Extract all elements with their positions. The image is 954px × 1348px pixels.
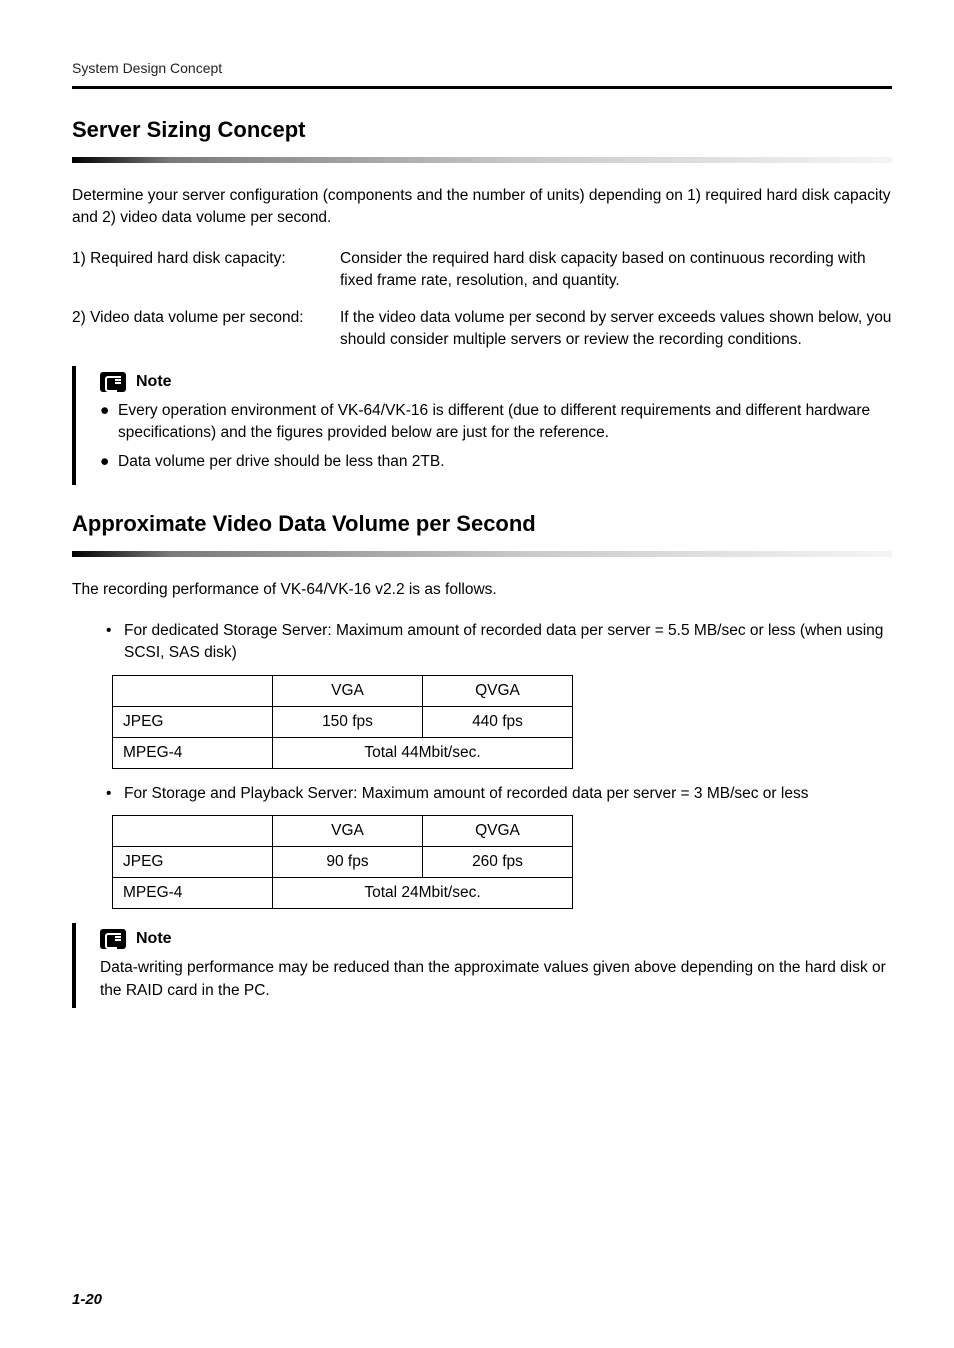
def-desc-2: If the video data volume per second by s… xyxy=(340,307,892,352)
bullet-dot: ● xyxy=(100,451,118,473)
running-head: System Design Concept xyxy=(72,60,892,76)
td-jpeg-vga: 150 fps xyxy=(273,706,423,737)
note-block-1: Note ●Every operation environment of VK-… xyxy=(72,366,892,485)
bullet-dot: • xyxy=(106,783,124,805)
th-empty xyxy=(113,675,273,706)
th-qvga-2: QVGA xyxy=(423,816,573,847)
gradient-rule-2 xyxy=(72,551,892,557)
note-label-2: Note xyxy=(136,930,172,948)
td-jpeg-label-2: JPEG xyxy=(113,847,273,878)
section-title-approx-volume: Approximate Video Data Volume per Second xyxy=(72,511,892,537)
definition-list: 1) Required hard disk capacity: Consider… xyxy=(72,248,892,352)
td-mpeg4-label-2: MPEG-4 xyxy=(113,878,273,909)
table-storage-playback: VGA QVGA JPEG 90 fps 260 fps MPEG-4 Tota… xyxy=(112,815,573,909)
note-block-2: Note Data-writing performance may be red… xyxy=(72,923,892,1008)
td-mpeg4-merged-2: Total 24Mbit/sec. xyxy=(273,878,573,909)
page-number: 1-20 xyxy=(72,1291,102,1308)
td-jpeg-label: JPEG xyxy=(113,706,273,737)
note-label-1: Note xyxy=(136,373,172,391)
th-qvga: QVGA xyxy=(423,675,573,706)
note-icon xyxy=(100,372,126,392)
note1-item-1: Every operation environment of VK-64/VK-… xyxy=(118,400,892,445)
section-title-server-sizing: Server Sizing Concept xyxy=(72,117,892,143)
th-empty-2 xyxy=(113,816,273,847)
td-mpeg4-merged: Total 44Mbit/sec. xyxy=(273,737,573,768)
section1-intro: Determine your server configuration (com… xyxy=(72,185,892,230)
bullet-1-text: For dedicated Storage Server: Maximum am… xyxy=(124,620,892,665)
def-term-2: 2) Video data volume per second: xyxy=(72,307,340,352)
note2-text: Data-writing performance may be reduced … xyxy=(100,957,892,1002)
def-term-1: 1) Required hard disk capacity: xyxy=(72,248,340,293)
gradient-rule-1 xyxy=(72,157,892,163)
def-desc-1: Consider the required hard disk capacity… xyxy=(340,248,892,293)
td-jpeg-qvga: 440 fps xyxy=(423,706,573,737)
td-jpeg-vga-2: 90 fps xyxy=(273,847,423,878)
bullet-dot: ● xyxy=(100,400,118,445)
td-jpeg-qvga-2: 260 fps xyxy=(423,847,573,878)
th-vga-2: VGA xyxy=(273,816,423,847)
table-dedicated-storage: VGA QVGA JPEG 150 fps 440 fps MPEG-4 Tot… xyxy=(112,675,573,769)
bullet-dot: • xyxy=(106,620,124,665)
bullet-2-text: For Storage and Playback Server: Maximum… xyxy=(124,783,808,805)
td-mpeg4-label: MPEG-4 xyxy=(113,737,273,768)
note-icon xyxy=(100,929,126,949)
section2-intro: The recording performance of VK-64/VK-16… xyxy=(72,579,892,601)
note1-item-2: Data volume per drive should be less tha… xyxy=(118,451,445,473)
th-vga: VGA xyxy=(273,675,423,706)
header-rule xyxy=(72,86,892,89)
